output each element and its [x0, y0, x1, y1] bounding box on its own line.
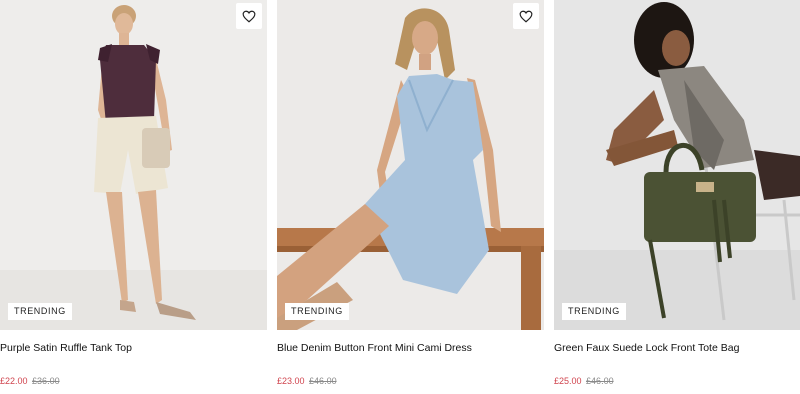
- heart-outline-icon: [242, 10, 256, 23]
- sale-price: £23.00: [277, 376, 305, 386]
- product-card[interactable]: TRENDING Green Faux Suede Lock Front Tot…: [554, 0, 800, 394]
- original-price: £36.00: [32, 376, 60, 386]
- product-image[interactable]: TRENDING: [0, 0, 267, 330]
- product-name[interactable]: Green Faux Suede Lock Front Tote Bag: [554, 342, 739, 354]
- sale-price: £22.00: [0, 376, 28, 386]
- model-photo-denim-dress: [277, 0, 544, 330]
- sale-price: £25.00: [554, 376, 582, 386]
- heart-outline-icon: [519, 10, 533, 23]
- product-image[interactable]: TRENDING: [554, 0, 800, 330]
- product-image[interactable]: TRENDING: [277, 0, 544, 330]
- wishlist-button[interactable]: [236, 3, 262, 29]
- product-card[interactable]: TRENDING Blue Denim Button Front Mini Ca…: [277, 0, 544, 394]
- product-price: £22.00 £36.00: [0, 376, 60, 386]
- original-price: £46.00: [309, 376, 337, 386]
- product-grid: TRENDING Purple Satin Ruffle Tank Top £2…: [0, 0, 800, 394]
- product-name[interactable]: Purple Satin Ruffle Tank Top: [0, 342, 132, 354]
- wishlist-button[interactable]: [513, 3, 539, 29]
- trending-badge: TRENDING: [285, 303, 349, 320]
- product-price: £25.00 £46.00: [554, 376, 614, 386]
- trending-badge: TRENDING: [8, 303, 72, 320]
- trending-badge: TRENDING: [562, 303, 626, 320]
- model-photo-purple-top: [0, 0, 267, 330]
- product-card[interactable]: TRENDING Purple Satin Ruffle Tank Top £2…: [0, 0, 267, 394]
- original-price: £46.00: [586, 376, 614, 386]
- product-name[interactable]: Blue Denim Button Front Mini Cami Dress: [277, 342, 472, 354]
- product-price: £23.00 £46.00: [277, 376, 337, 386]
- model-photo-green-tote: [554, 0, 800, 330]
